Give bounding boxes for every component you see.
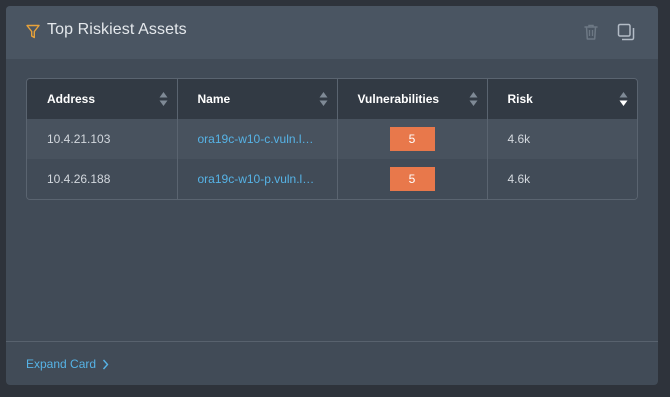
column-label: Vulnerabilities: [357, 92, 440, 106]
sort-icon[interactable]: [319, 91, 328, 107]
column-label: Risk: [507, 92, 533, 106]
column-header-address[interactable]: Address: [27, 79, 178, 119]
address-cell: 10.4.26.188: [27, 159, 178, 199]
column-header-name[interactable]: Name: [177, 79, 338, 119]
copy-icon: [617, 23, 635, 41]
vulnerability-count-badge: 5: [389, 127, 435, 151]
trash-icon: [584, 24, 598, 40]
asset-name-link[interactable]: ora19c-w10-c.vuln.la…: [198, 132, 318, 146]
address-cell: 10.4.21.103: [27, 119, 178, 159]
chevron-right-icon: [103, 359, 109, 369]
card-header: Top Riskiest Assets: [6, 6, 658, 59]
risk-cell: 4.6k: [507, 132, 531, 146]
column-header-vulnerabilities[interactable]: Vulnerabilities: [337, 79, 488, 119]
asset-name-link[interactable]: ora19c-w10-p.vuln.la…: [198, 172, 318, 186]
card-footer: Expand Card: [6, 341, 658, 385]
name-cell: ora19c-w10-c.vuln.la…: [177, 119, 338, 159]
filter-icon[interactable]: [26, 24, 40, 39]
delete-card-button[interactable]: [581, 22, 601, 42]
column-label: Name: [197, 92, 231, 106]
card-title: Top Riskiest Assets: [47, 21, 187, 38]
table-header-row: Address Name Vulnerabilities Risk: [27, 79, 637, 119]
expand-card-link[interactable]: Expand Card: [26, 357, 109, 371]
vulnerabilities-cell: 5: [337, 159, 488, 199]
sort-icon[interactable]: [469, 91, 478, 107]
name-cell: ora19c-w10-p.vuln.la…: [177, 159, 338, 199]
vulnerability-count-badge: 5: [389, 167, 435, 191]
duplicate-card-button[interactable]: [616, 22, 636, 42]
sort-descending-icon[interactable]: [619, 91, 628, 107]
expand-card-label: Expand Card: [26, 357, 97, 371]
sort-icon[interactable]: [159, 91, 168, 107]
vulnerabilities-cell: 5: [337, 119, 488, 159]
column-header-risk[interactable]: Risk: [487, 79, 637, 119]
table-row: 10.4.21.103 ora19c-w10-c.vuln.la… 5 4.6k: [27, 119, 637, 159]
top-riskiest-assets-card: Top Riskiest Assets Address Name Vulnera…: [6, 6, 658, 385]
table-row: 10.4.26.188 ora19c-w10-p.vuln.la… 5 4.6k: [27, 159, 637, 199]
assets-table: Address Name Vulnerabilities Risk 10.4.2…: [26, 78, 638, 200]
risk-cell: 4.6k: [507, 172, 531, 186]
column-label: Address: [47, 92, 96, 106]
